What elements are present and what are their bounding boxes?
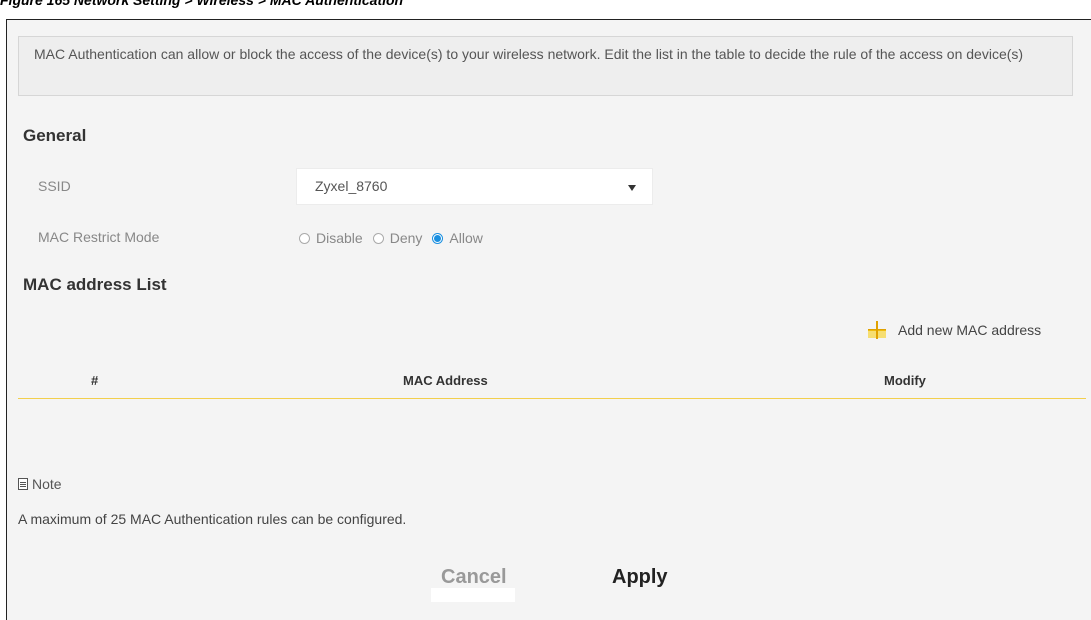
- document-icon: [18, 478, 28, 490]
- column-header-mac-address: MAC Address: [403, 373, 488, 388]
- radio-label-allow: Allow: [449, 230, 483, 246]
- description-text: MAC Authentication can allow or block th…: [34, 46, 1024, 62]
- mac-table-header: # MAC Address Modify: [18, 366, 1086, 399]
- radio-label-deny: Deny: [389, 230, 423, 246]
- add-new-mac-address-button[interactable]: Add new MAC address: [868, 318, 1041, 342]
- radio-option-allow[interactable]: Allow: [432, 230, 483, 246]
- cancel-button[interactable]: Cancel: [431, 566, 515, 602]
- radio-option-deny[interactable]: Deny: [372, 230, 423, 246]
- ssid-label: SSID: [38, 178, 71, 194]
- radio-label-disable: Disable: [316, 230, 363, 246]
- radio-deny[interactable]: [372, 232, 384, 244]
- apply-button-label: Apply: [612, 566, 668, 588]
- figure-caption: Figure 165 Network Setting > Wireless > …: [0, 0, 404, 8]
- add-new-mac-address-label: Add new MAC address: [898, 322, 1042, 338]
- radio-allow[interactable]: [432, 232, 444, 244]
- general-title: General: [23, 126, 87, 145]
- chevron-down-icon: [628, 185, 636, 191]
- cancel-button-label: Cancel: [441, 566, 507, 588]
- description-box: MAC Authentication can allow or block th…: [18, 36, 1073, 96]
- mac-restrict-mode-radio-group: Disable Deny Allow: [299, 228, 493, 248]
- radio-option-disable[interactable]: Disable: [299, 230, 363, 246]
- note-title: Note: [32, 476, 62, 492]
- column-header-index: #: [91, 373, 99, 388]
- plus-icon: [868, 321, 886, 339]
- apply-button[interactable]: Apply: [608, 566, 674, 593]
- column-header-modify: Modify: [884, 373, 926, 388]
- radio-disable[interactable]: [299, 232, 310, 244]
- note-heading: Note: [18, 476, 62, 492]
- ssid-select[interactable]: Zyxel_8760: [296, 168, 653, 205]
- ssid-value: Zyxel_8760: [315, 178, 388, 194]
- note-text: A maximum of 25 MAC Authentication rules…: [18, 511, 407, 527]
- mac-restrict-mode-label: MAC Restrict Mode: [38, 229, 160, 245]
- mac-address-list-title: MAC address List: [23, 275, 167, 294]
